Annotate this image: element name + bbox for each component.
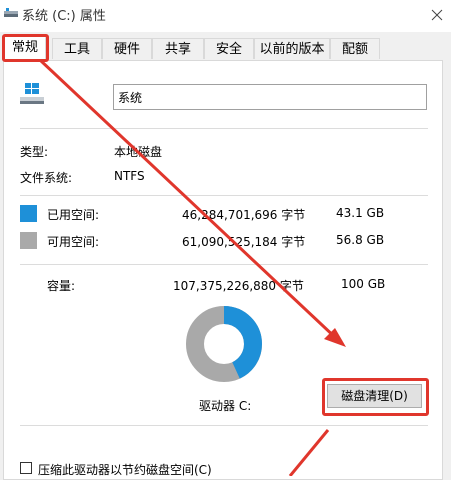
highlight-box-general-tab <box>2 34 49 62</box>
capacity-gb: 100 GB <box>341 277 386 291</box>
compress-checkbox[interactable] <box>20 462 32 474</box>
free-space-gb: 56.8 GB <box>336 233 385 247</box>
capacity-label: 容量: <box>47 279 76 293</box>
tab-hardware[interactable]: 硬件 <box>102 38 152 59</box>
compress-checkbox-label[interactable]: 压缩此驱动器以节约磁盘空间(C) <box>38 461 212 478</box>
general-panel <box>3 60 443 480</box>
drive-caption: 驱动器 C: <box>199 399 252 413</box>
free-space-swatch <box>20 232 37 249</box>
divider <box>20 264 428 265</box>
filesystem-value: NTFS <box>114 169 145 183</box>
tab-label: 安全 <box>215 42 242 57</box>
tab-security[interactable]: 安全 <box>204 38 254 59</box>
used-space-bytes: 46,284,701,696 字节 <box>182 208 306 222</box>
type-value: 本地磁盘 <box>114 145 163 159</box>
tab-previous-versions[interactable]: 以前的版本 <box>254 38 330 59</box>
tab-label: 以前的版本 <box>259 42 325 57</box>
title-bar: 系统 (C:) 属性 <box>0 0 451 32</box>
free-space-bytes: 61,090,525,184 字节 <box>182 235 306 249</box>
tab-label: 配额 <box>341 42 368 57</box>
type-label: 类型: <box>20 145 49 159</box>
divider <box>20 128 428 129</box>
used-space-swatch <box>20 205 37 222</box>
disk-usage-donut <box>186 306 262 382</box>
divider <box>20 195 428 196</box>
tab-label: 工具 <box>63 42 90 57</box>
divider <box>20 425 428 426</box>
drive-name-input[interactable] <box>113 84 427 110</box>
used-space-gb: 43.1 GB <box>336 206 385 220</box>
tab-tools[interactable]: 工具 <box>52 38 102 59</box>
windows-drive-icon <box>20 83 44 104</box>
tab-label: 共享 <box>164 42 191 57</box>
used-space-label: 已用空间: <box>47 208 100 222</box>
filesystem-label: 文件系统: <box>20 171 73 185</box>
highlight-box-cleanup-button <box>322 378 429 416</box>
drive-icon <box>4 8 18 17</box>
tab-strip: 常规 工具 硬件 共享 安全 以前的版本 配额 <box>0 35 451 60</box>
tab-label: 硬件 <box>113 42 140 57</box>
tab-sharing[interactable]: 共享 <box>152 38 204 59</box>
window-title: 系统 (C:) 属性 <box>22 9 106 24</box>
tab-quota[interactable]: 配额 <box>330 38 380 59</box>
free-space-label: 可用空间: <box>47 235 100 249</box>
capacity-bytes: 107,375,226,880 字节 <box>173 279 304 293</box>
close-icon[interactable] <box>424 2 450 28</box>
